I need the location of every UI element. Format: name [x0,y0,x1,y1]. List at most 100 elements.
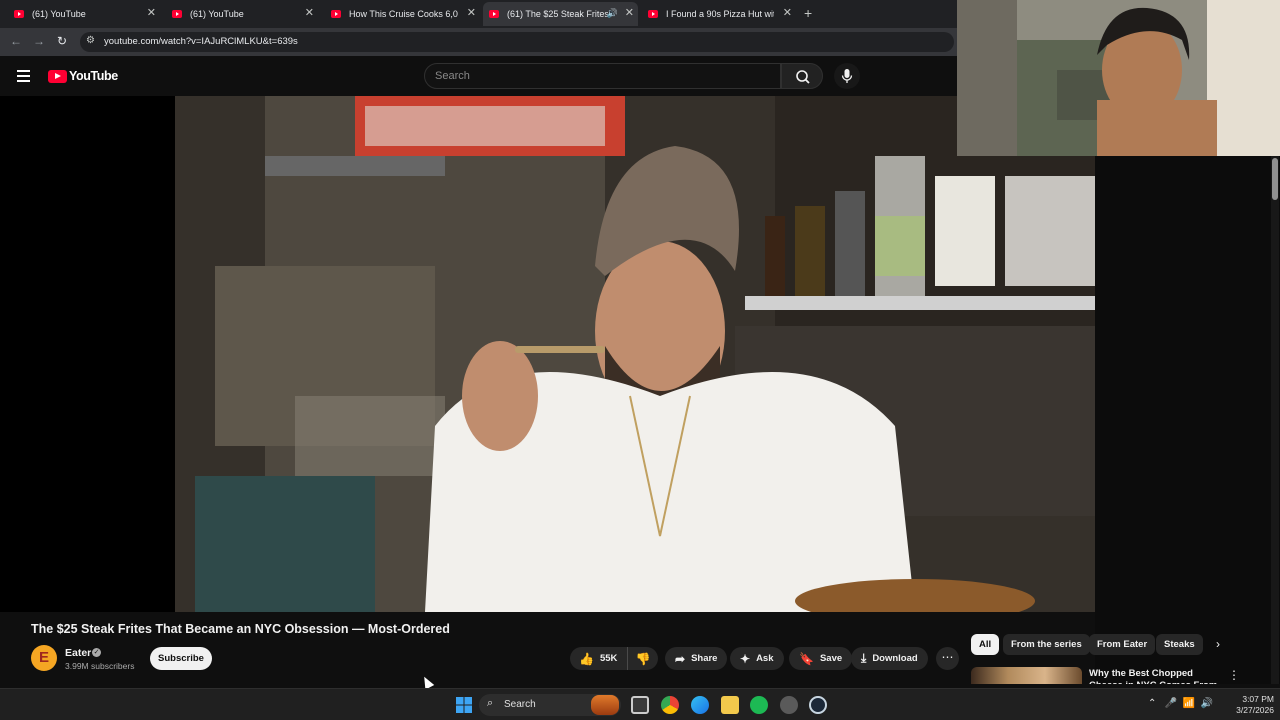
file-explorer-icon[interactable] [721,696,739,714]
tab-label: (61) The $25 Steak Frites Th [507,9,608,19]
search-input[interactable] [425,64,780,88]
clock-date: 3/27/2026 [1236,705,1274,715]
thumbs-down-icon: 👎 [635,651,651,666]
address-bar[interactable]: ⚙ youtube.com/watch?v=IAJuRClMLKU&t=639s [80,32,954,52]
chip-steaks[interactable]: Steaks [1156,634,1203,655]
chip-from-the-series[interactable]: From the series [1003,634,1090,655]
youtube-favicon-icon [648,10,658,18]
logo-text: YouTube [69,69,118,83]
subscriber-count: 3.99M subscribers [65,661,135,671]
windows-start-icon[interactable] [455,696,473,714]
channel-name[interactable]: Eater [65,647,91,659]
close-tab-icon[interactable]: ✕ [147,6,156,19]
youtube-favicon-icon [14,10,24,18]
video-title: The $25 Steak Frites That Became an NYC … [31,622,450,636]
save-button[interactable]: 🔖 Save [789,647,853,670]
secondary-panel-background [1095,156,1280,684]
voice-search-button[interactable] [834,63,860,89]
video-player[interactable] [0,96,1095,612]
clock-time: 3:07 PM [1242,694,1274,704]
verified-badge-icon: ✓ [92,648,101,657]
url-text: youtube.com/watch?v=IAJuRClMLKU&t=639s [104,36,298,47]
webcam-image [957,0,1280,156]
search-icon: ⌕ [487,697,494,709]
taskbar-search[interactable]: ⌕ Search [479,694,621,716]
back-arrow-icon[interactable]: ← [10,34,22,48]
youtube-favicon-icon [331,10,341,18]
save-label: Save [819,653,843,664]
share-button[interactable]: ➦ Share [665,647,728,670]
like-button[interactable]: 👍 55K [570,647,628,670]
audio-playing-icon[interactable]: 🔊 [607,8,618,19]
app-icon[interactable] [780,696,798,714]
youtube-favicon-icon [172,10,182,18]
download-label: Download [872,653,918,664]
search-box [424,63,781,89]
chrome-icon[interactable] [661,696,679,714]
task-view-icon[interactable] [631,696,649,714]
download-button[interactable]: ⤓ Download [851,647,928,670]
new-tab-icon[interactable]: + [804,5,812,21]
taskbar-clock[interactable]: 3:07 PM 3/27/2026 [1228,694,1274,716]
youtube-logo[interactable]: YouTube [48,69,118,83]
tab-label: I Found a 90s Pizza Hut with an [666,9,774,19]
wifi-icon[interactable]: 📶 [1183,698,1195,709]
youtube-masthead: YouTube [0,56,957,96]
browser-tab[interactable]: How This Cruise Cooks 6,000 Lb ✕ [325,2,480,26]
taskbar-search-label: Search [504,699,536,710]
like-count: 55K [599,653,618,664]
page-scrollbar[interactable] [1271,156,1279,684]
close-tab-icon[interactable]: ✕ [625,6,634,19]
close-tab-icon[interactable]: ✕ [467,6,476,19]
recommendation-title[interactable]: Why the Best Chopped Cheese in NYC Comes… [1089,668,1224,684]
share-arrow-icon: ➦ [675,651,686,666]
search-icon [796,70,810,84]
search-button[interactable] [781,63,823,89]
edge-icon[interactable] [691,696,709,714]
recommendation-thumbnail[interactable] [971,667,1082,684]
sparkle-icon: ✦ [740,651,751,666]
download-icon: ⤓ [861,651,867,665]
microphone-icon [841,69,853,83]
recommendation-menu-icon[interactable]: ⋮ [1228,668,1240,682]
chip-all[interactable]: All [971,634,1000,655]
hamburger-menu-icon[interactable] [17,70,30,85]
windows-taskbar: ⌕ Search ⌃ 🎤 📶 🔊 3:07 PM 3/27/2026 [0,688,1280,720]
browser-tab-active[interactable]: (61) The $25 Steak Frites Th 🔊 ✕ [483,2,638,26]
ask-button[interactable]: ✦ Ask [730,647,784,670]
scrollbar-thumb[interactable] [1272,158,1278,200]
close-tab-icon[interactable]: ✕ [783,6,792,19]
dislike-button[interactable]: 👎 [628,652,658,666]
site-info-icon[interactable]: ⚙ [86,35,95,46]
microphone-icon[interactable]: 🎤 [1165,698,1177,709]
youtube-play-icon [48,69,67,83]
video-scene-image [175,96,1095,612]
thumbs-up-icon: 👍 [579,651,594,666]
like-dislike-group: 👍 55K 👎 [570,647,658,670]
browser-toolbar: ← → ↻ ⚙ youtube.com/watch?v=IAJuRClMLKU&… [0,28,957,56]
bookmark-icon: 🔖 [799,651,814,666]
browser-tab[interactable]: (61) YouTube ✕ [166,2,318,26]
browser-tab-strip: (61) YouTube ✕ (61) YouTube ✕ How This C… [0,0,957,28]
browser-tab[interactable]: I Found a 90s Pizza Hut with an ✕ [642,2,796,26]
spotify-icon[interactable] [750,696,768,714]
steam-icon[interactable] [809,696,827,714]
video-frame[interactable] [175,96,1095,612]
subscribe-button[interactable]: Subscribe [150,647,212,670]
system-tray[interactable]: ⌃ 🎤 📶 🔊 [1148,698,1213,709]
chevron-up-icon[interactable]: ⌃ [1148,698,1156,709]
chip-from-eater[interactable]: From Eater [1089,634,1156,655]
forward-arrow-icon[interactable]: → [33,34,45,48]
reload-icon[interactable]: ↻ [57,34,67,48]
more-actions-icon[interactable]: ⋯ [936,647,959,670]
volume-icon[interactable]: 🔊 [1201,698,1213,709]
tab-label: (61) YouTube [32,9,86,19]
chevron-right-icon[interactable]: › [1216,637,1220,651]
tab-label: (61) YouTube [190,9,244,19]
webcam-overlay [957,0,1280,156]
tab-label: How This Cruise Cooks 6,000 Lb [349,9,458,19]
share-label: Share [691,653,718,664]
close-tab-icon[interactable]: ✕ [305,6,314,19]
channel-avatar[interactable]: E [31,645,57,671]
browser-tab[interactable]: (61) YouTube ✕ [8,2,160,26]
